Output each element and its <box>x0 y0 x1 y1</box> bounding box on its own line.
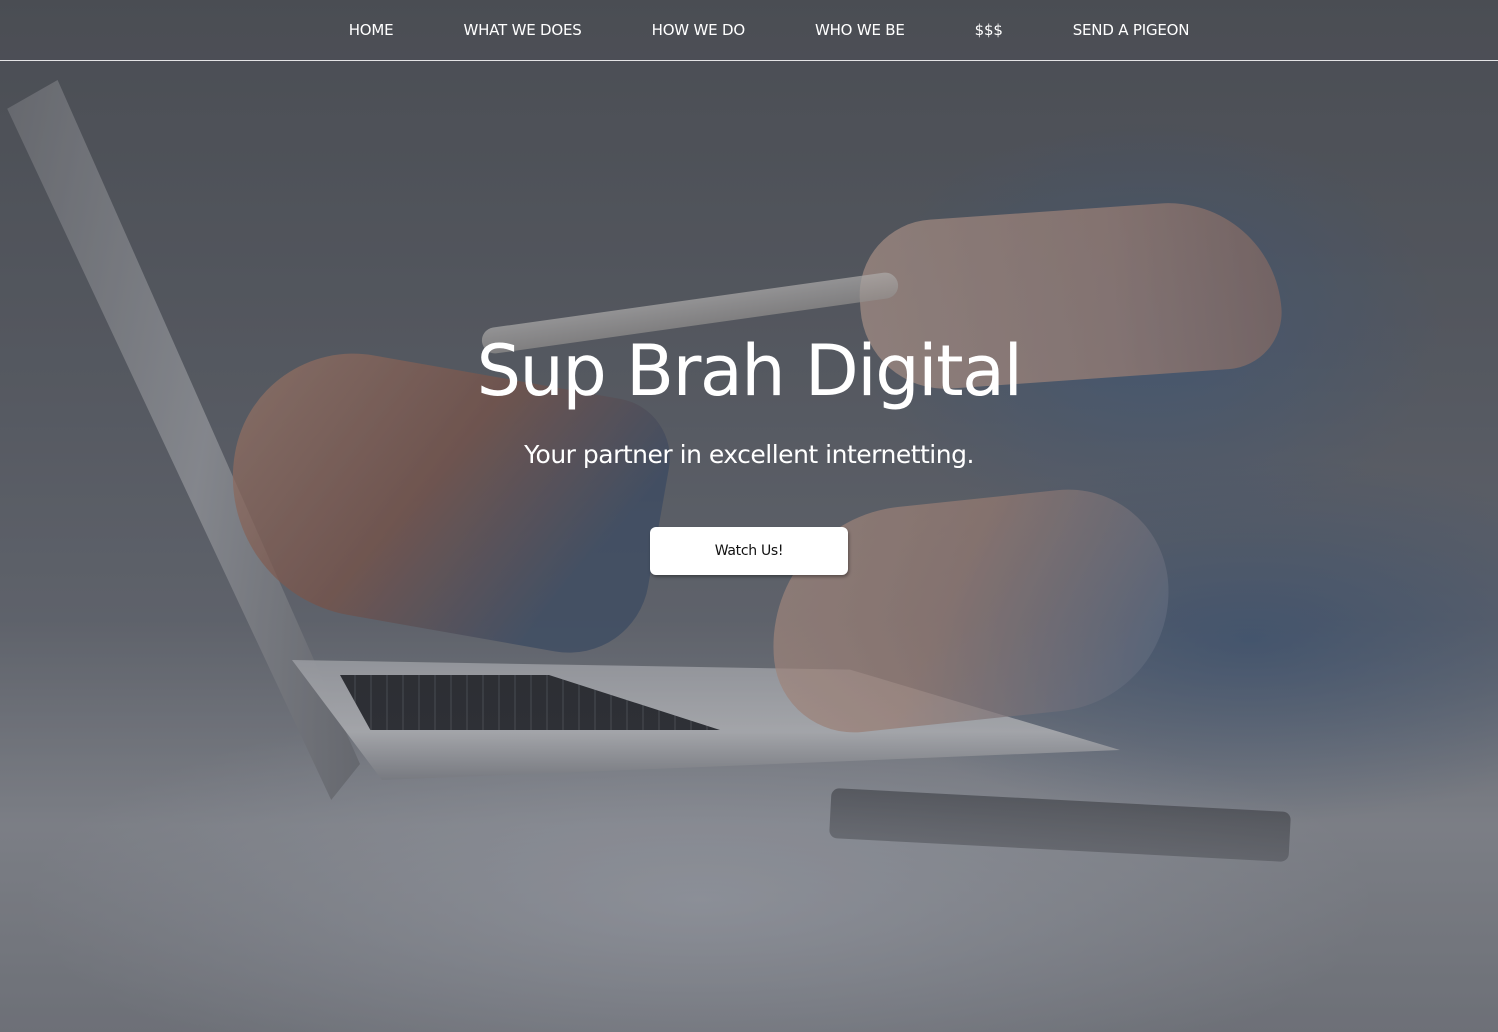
nav-item-send-a-pigeon[interactable]: SEND A PIGEON <box>1038 21 1225 39</box>
nav-item-who-we-be[interactable]: WHO WE BE <box>780 21 940 39</box>
nav-item-how-we-do[interactable]: HOW WE DO <box>617 21 780 39</box>
hero-subtitle: Your partner in excellent internetting. <box>524 440 974 469</box>
hero-title: Sup Brah Digital <box>476 330 1023 412</box>
top-navigation: HOME WHAT WE DOES HOW WE DO WHO WE BE $$… <box>0 0 1498 61</box>
nav-item-home[interactable]: HOME <box>314 21 429 39</box>
watch-us-button[interactable]: Watch Us! <box>650 527 848 575</box>
nav-menu: HOME WHAT WE DOES HOW WE DO WHO WE BE $$… <box>314 21 1225 39</box>
hero-content: Sup Brah Digital Your partner in excelle… <box>0 0 1498 1032</box>
nav-item-what-we-does[interactable]: WHAT WE DOES <box>428 21 616 39</box>
nav-item-pricing[interactable]: $$$ <box>940 21 1038 39</box>
hero-section: HOME WHAT WE DOES HOW WE DO WHO WE BE $$… <box>0 0 1498 1032</box>
